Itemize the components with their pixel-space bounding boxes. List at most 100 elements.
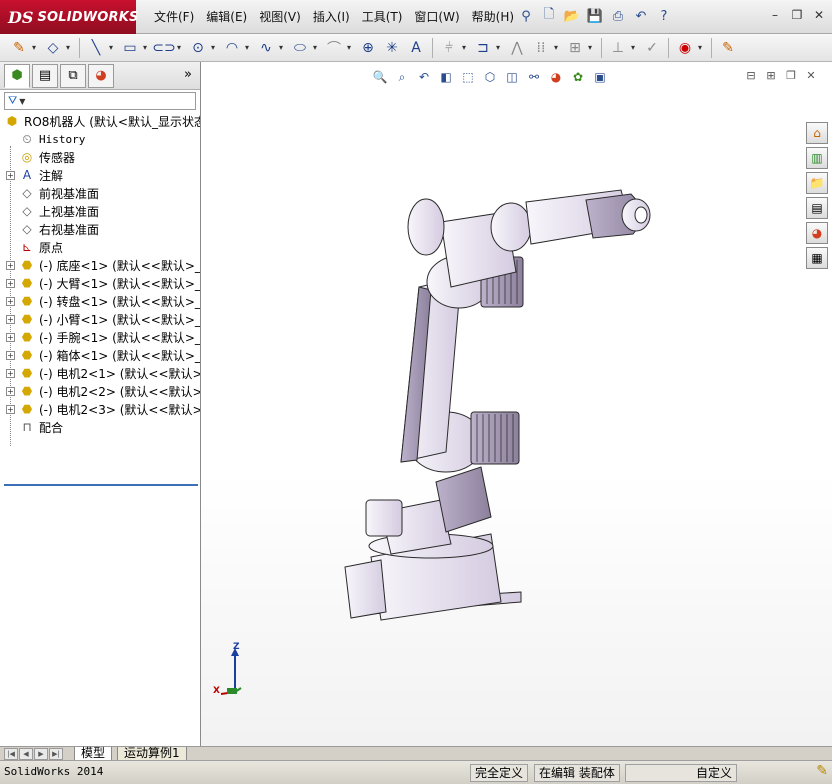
dropdown-arrow-icon[interactable]: ▾ — [462, 43, 470, 52]
last-tab-icon[interactable]: ▶| — [49, 748, 63, 760]
sketch-icon[interactable]: ✎ — [8, 37, 30, 59]
quick-snaps-icon[interactable]: ◉ — [674, 37, 696, 59]
custom-properties-icon[interactable]: ▦ — [806, 247, 828, 269]
trim-icon[interactable]: ⫩ — [438, 37, 460, 59]
tab-model[interactable]: 模型 — [74, 747, 113, 761]
dropdown-arrow-icon[interactable]: ▾ — [32, 43, 40, 52]
dropdown-arrow-icon[interactable]: ▾ — [109, 43, 117, 52]
tree-node[interactable]: ◇ 右视基准面 — [0, 220, 200, 238]
view-palette-icon[interactable]: ▤ — [806, 197, 828, 219]
expand-icon[interactable]: + — [6, 332, 15, 342]
tree-node[interactable]: ⊓ 配合 — [0, 418, 200, 436]
ellipse-icon[interactable]: ⬭ — [289, 37, 311, 59]
menu-tools[interactable]: 工具(T) — [356, 8, 409, 25]
menu-edit[interactable]: 编辑(E) — [200, 8, 253, 25]
dropdown-arrow-icon[interactable]: ▾ — [588, 43, 596, 52]
rectangle-icon[interactable]: ▭ — [119, 37, 141, 59]
apply-scene-icon[interactable]: ✿ — [569, 68, 587, 86]
status-custom-units[interactable]: 自定义 — [625, 764, 737, 782]
dropdown-arrow-icon[interactable]: ▾ — [245, 43, 253, 52]
tree-node[interactable]: + ⬣ (-) 电机2<3> (默认<<默认>_ — [0, 400, 200, 418]
circle-icon[interactable]: ⊙ — [187, 37, 209, 59]
previous-view-icon[interactable]: ↶ — [415, 68, 433, 86]
tree-root-assembly[interactable]: ⬢ RO8机器人 (默认<默认_显示状态 — [0, 112, 200, 130]
expand-icon[interactable]: + — [6, 350, 15, 360]
rapid-sketch-icon[interactable]: ✎ — [717, 37, 739, 59]
tree-node[interactable]: + ⬣ (-) 电机2<1> (默认<<默认>_ — [0, 364, 200, 382]
mirror-icon[interactable]: ⋀ — [506, 37, 528, 59]
edit-appearance-icon[interactable]: ◕ — [547, 68, 565, 86]
tree-node[interactable]: + ⬣ (-) 转盘<1> (默认<<默认>_显 — [0, 292, 200, 310]
dropdown-arrow-icon[interactable]: ▾ — [66, 43, 74, 52]
display-relations-icon[interactable]: ⊥ — [607, 37, 629, 59]
section-view-icon[interactable]: ◧ — [437, 68, 455, 86]
minimize-icon[interactable]: – — [766, 6, 784, 24]
menu-window[interactable]: 窗口(W) — [408, 8, 465, 25]
menu-insert[interactable]: 插入(I) — [307, 8, 356, 25]
dropdown-arrow-icon[interactable]: ▾ — [279, 43, 287, 52]
dynamic-annotation-icon[interactable]: ⬚ — [459, 68, 477, 86]
open-icon[interactable]: 📂 — [562, 6, 582, 26]
appearances-icon[interactable]: ◕ — [806, 222, 828, 244]
expand-icon[interactable]: + — [6, 296, 15, 306]
view-orientation-icon[interactable]: ⬡ — [481, 68, 499, 86]
display-manager-tab-icon[interactable]: ◕ — [88, 63, 114, 88]
dropdown-arrow-icon[interactable]: ▾ — [347, 43, 355, 52]
tree-node[interactable]: + ⬣ (-) 电机2<2> (默认<<默认>_ — [0, 382, 200, 400]
panel-more-icon[interactable]: » — [184, 67, 192, 82]
tree-node[interactable]: ◇ 上视基准面 — [0, 202, 200, 220]
quick-tips-icon[interactable]: ✎ — [816, 763, 828, 779]
tree-node[interactable]: + ⬣ (-) 手腕<1> (默认<<默认>_显 — [0, 328, 200, 346]
close-icon[interactable]: ✕ — [810, 6, 828, 24]
prev-tab-icon[interactable]: ◀ — [19, 748, 33, 760]
hide-show-items-icon[interactable]: ⚯ — [525, 68, 543, 86]
feature-tree-tab-icon[interactable]: ⬢ — [4, 63, 30, 88]
next-tab-icon[interactable]: ▶ — [34, 748, 48, 760]
menu-help[interactable]: 帮助(H) — [466, 8, 520, 25]
solidworks-logo[interactable]: DS SOLIDWORKS — [0, 0, 138, 34]
doc-tile-icon[interactable]: ⊞ — [764, 68, 778, 82]
dropdown-arrow-icon[interactable]: ▾ — [554, 43, 562, 52]
tree-node[interactable]: + ⬣ (-) 大臂<1> (默认<<默认>_显 — [0, 274, 200, 292]
dropdown-arrow-icon[interactable]: ▾ — [698, 43, 706, 52]
tree-node[interactable]: ◇ 前视基准面 — [0, 184, 200, 202]
tab-motion-study[interactable]: 运动算例1 — [117, 747, 187, 761]
graphics-area[interactable]: 🔍 ⌕ ↶ ◧ ⬚ ⬡ ◫ ⚯ ◕ ✿ ▣ ⊟ ⊞ ❐ ✕ ⌂ ▥ 📁 ▤ ◕ … — [201, 62, 832, 746]
configuration-tab-icon[interactable]: ⧉ — [60, 63, 86, 88]
doc-close-icon[interactable]: ✕ — [804, 68, 818, 82]
point-icon[interactable]: ⊕ — [357, 37, 379, 59]
dropdown-arrow-icon[interactable]: ▾ — [313, 43, 321, 52]
display-style-icon[interactable]: ◫ — [503, 68, 521, 86]
tree-node[interactable]: + ⬣ (-) 箱体<1> (默认<<默认>_显 — [0, 346, 200, 364]
save-icon[interactable]: 💾 — [585, 6, 605, 26]
tree-node[interactable]: ◎ 传感器 — [0, 148, 200, 166]
filter-dropdown-icon[interactable]: ▼ — [19, 97, 25, 106]
restore-icon[interactable]: ❐ — [788, 6, 806, 24]
move-entities-icon[interactable]: ⊞ — [564, 37, 586, 59]
print-icon[interactable]: ⎙ — [608, 6, 628, 26]
dropdown-arrow-icon[interactable]: ▾ — [631, 43, 639, 52]
dropdown-arrow-icon[interactable]: ▾ — [211, 43, 219, 52]
expand-icon[interactable]: + — [6, 260, 15, 270]
spline-icon[interactable]: ∿ — [255, 37, 277, 59]
solidworks-resources-icon[interactable]: ⌂ — [806, 122, 828, 144]
expand-icon[interactable]: + — [6, 404, 15, 414]
doc-minimize-icon[interactable]: ⊟ — [744, 68, 758, 82]
dropdown-arrow-icon[interactable]: ▾ — [496, 43, 504, 52]
undo-icon[interactable]: ↶ — [631, 6, 651, 26]
zoom-to-area-icon[interactable]: ⌕ — [393, 68, 411, 86]
linear-pattern-icon[interactable]: ⁞⁞ — [530, 37, 552, 59]
tree-node[interactable]: + ⬣ (-) 小臂<1> (默认<<默认>_显 — [0, 310, 200, 328]
dropdown-arrow-icon[interactable]: ▾ — [177, 43, 185, 52]
text-icon[interactable]: A — [405, 37, 427, 59]
tree-node[interactable]: ⊾ 原点 — [0, 238, 200, 256]
property-manager-tab-icon[interactable]: ▤ — [32, 63, 58, 88]
zoom-to-fit-icon[interactable]: 🔍 — [371, 68, 389, 86]
tree-node[interactable]: + A 注解 — [0, 166, 200, 184]
new-document-icon[interactable]: 🗋 — [539, 6, 559, 26]
filter-icon[interactable]: ⛛ — [8, 94, 17, 108]
centerline-icon[interactable]: ✳ — [381, 37, 403, 59]
tree-node[interactable]: ⏲ History — [0, 130, 200, 148]
expand-icon[interactable]: + — [6, 386, 15, 396]
doc-restore-icon[interactable]: ❐ — [784, 68, 798, 82]
